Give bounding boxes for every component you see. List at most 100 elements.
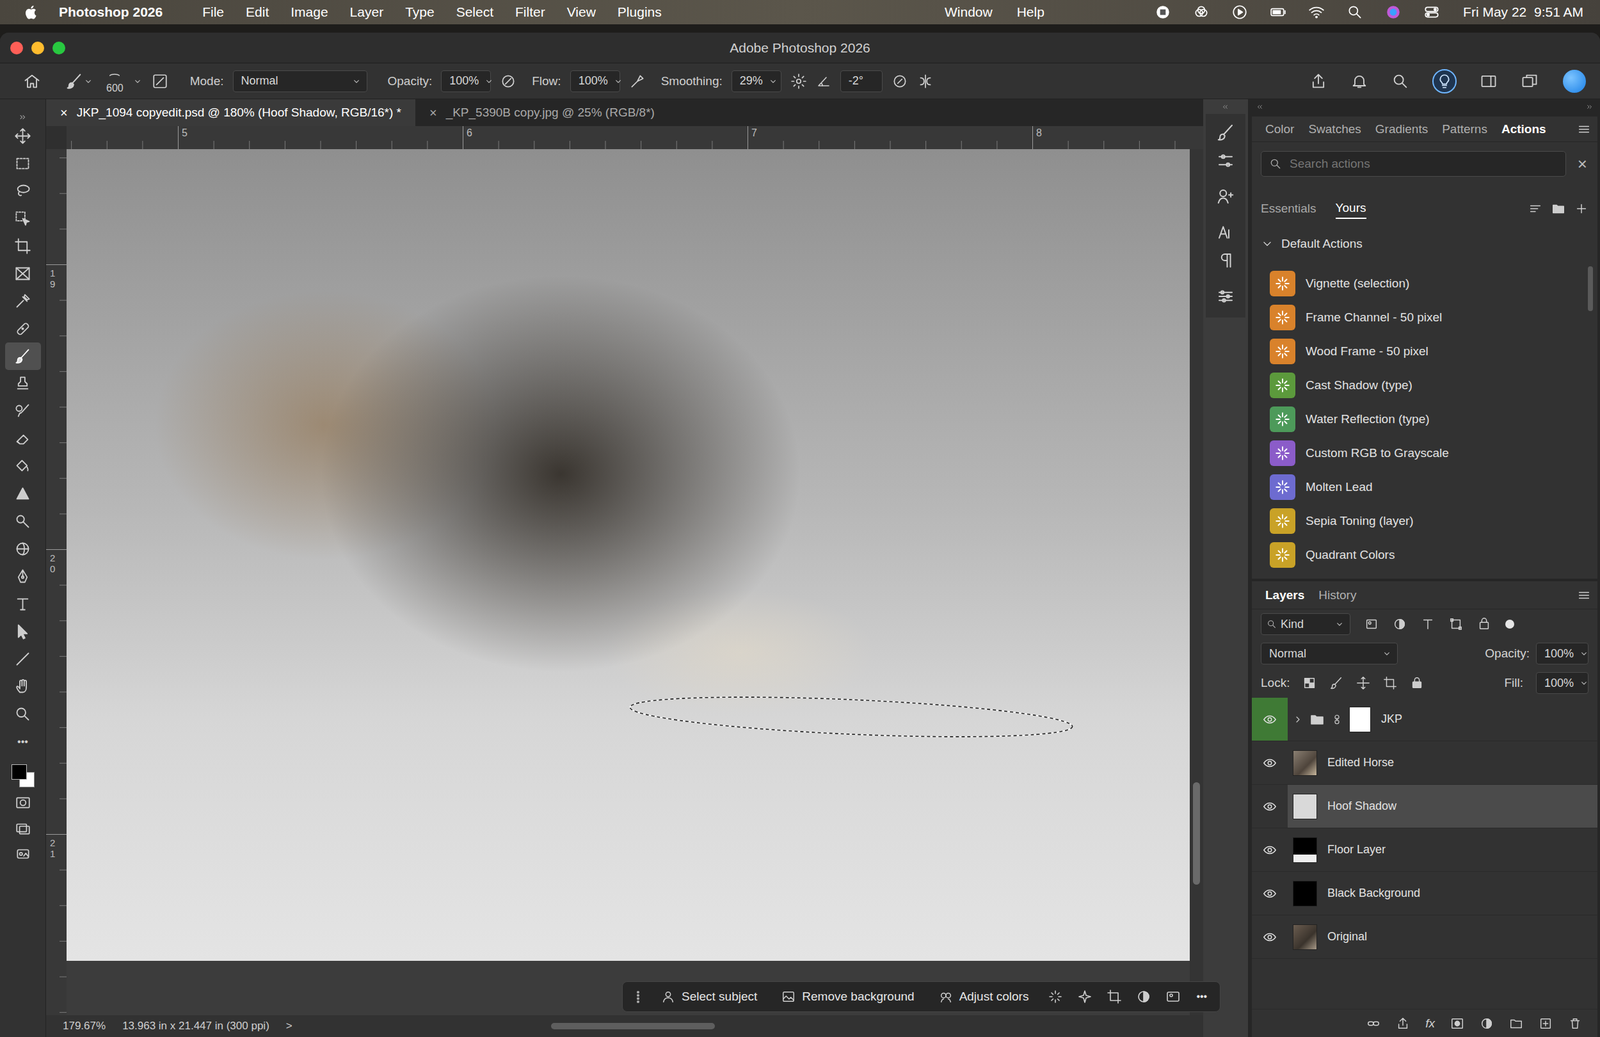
smoothing-field-caret-icon[interactable] <box>768 76 779 87</box>
fill-field[interactable]: 100% <box>1536 672 1589 694</box>
lock-position-icon[interactable] <box>1356 675 1371 690</box>
expand-group-icon[interactable] <box>1292 714 1304 725</box>
tool-button[interactable] <box>5 590 41 618</box>
link-layers-icon[interactable] <box>1366 1016 1381 1031</box>
remove-background-icon[interactable] <box>781 989 796 1004</box>
image-settings-icon[interactable] <box>1165 988 1181 1005</box>
clear-search-button[interactable]: × <box>1573 154 1592 175</box>
action-item[interactable]: Cast Shadow (type) <box>1251 368 1598 402</box>
hand-icon[interactable] <box>14 677 32 696</box>
tool-button[interactable] <box>5 535 41 563</box>
panel-menu-icon[interactable] <box>1576 588 1592 603</box>
action-item[interactable]: Molten Lead <box>1251 469 1598 504</box>
actions-scrollbar[interactable] <box>1587 266 1594 579</box>
visibility-cell[interactable] <box>1251 697 1288 741</box>
eye-icon[interactable] <box>1262 929 1277 944</box>
adjustment-layer-icon[interactable] <box>1479 1016 1494 1031</box>
filter-caret-icon[interactable] <box>1334 618 1345 630</box>
share-icon[interactable] <box>1309 72 1328 91</box>
layer-effects-button[interactable]: fx <box>1425 1016 1435 1031</box>
menu-item[interactable]: Plugins <box>617 4 662 20</box>
object-select-icon[interactable] <box>14 209 32 228</box>
clone-source-icon[interactable] <box>1216 186 1236 207</box>
filter-shape-icon[interactable] <box>1448 616 1464 632</box>
menu-item[interactable]: Help <box>1016 4 1045 20</box>
select-subject-icon[interactable] <box>661 989 676 1004</box>
visibility-cell[interactable] <box>1251 915 1288 959</box>
discover-lightbulb-icon[interactable] <box>1436 72 1453 90</box>
creative-cloud-icon[interactable] <box>1192 3 1210 21</box>
delete-layer-icon[interactable] <box>1568 1016 1583 1031</box>
properties-icon[interactable] <box>1216 286 1236 306</box>
tool-button[interactable] <box>5 672 41 701</box>
filter-type-icon[interactable] <box>1420 616 1435 632</box>
type-icon[interactable] <box>14 595 32 613</box>
visibility-cell[interactable] <box>1251 871 1288 915</box>
vertical-scrollbar[interactable] <box>1189 149 1204 1016</box>
character-icon[interactable] <box>1216 222 1236 242</box>
airbrush-icon[interactable] <box>629 72 646 90</box>
action-item[interactable]: Sepia Toning (layer) <box>1251 503 1598 538</box>
tool-button[interactable] <box>5 342 41 370</box>
lock-all-icon[interactable] <box>1409 675 1424 690</box>
new-set-folder-icon[interactable] <box>1551 201 1566 216</box>
action-item[interactable]: Wood Frame - 50 pixel <box>1251 334 1598 368</box>
tool-button[interactable] <box>5 700 41 728</box>
menu-item[interactable]: View <box>567 4 596 20</box>
collapse-panels-icon[interactable] <box>1255 102 1265 112</box>
bell-icon[interactable] <box>1350 72 1369 91</box>
brush-settings-icon[interactable] <box>151 72 169 90</box>
elliptical-selection[interactable] <box>66 149 1190 961</box>
zoom-icon[interactable] <box>14 705 32 723</box>
scroll-thumb[interactable] <box>551 1022 715 1030</box>
path-select-icon[interactable] <box>14 622 32 640</box>
layer-opacity-field[interactable]: 100% <box>1536 642 1589 665</box>
filter-kind-dropdown[interactable]: Kind <box>1260 613 1351 635</box>
panel-tab[interactable]: Layers <box>1258 588 1312 603</box>
panel-tab[interactable]: Actions <box>1494 122 1554 137</box>
line-icon[interactable] <box>14 650 32 668</box>
expand-panels-icon[interactable] <box>1584 102 1594 112</box>
gear-icon[interactable] <box>790 72 808 90</box>
scroll-thumb[interactable] <box>1192 782 1200 885</box>
tool-button[interactable] <box>5 177 41 205</box>
menu-item[interactable]: File <box>202 4 224 20</box>
collapse-strip-icon[interactable] <box>1221 102 1231 112</box>
dodge-icon[interactable] <box>14 512 32 530</box>
paragraph-icon[interactable] <box>1216 250 1236 271</box>
visibility-cell[interactable] <box>1251 741 1288 784</box>
drag-handle-icon[interactable] <box>630 988 646 1005</box>
brush-size-caret-icon[interactable] <box>132 76 143 87</box>
screen-mode-icon[interactable] <box>14 819 32 837</box>
frame-icon[interactable] <box>14 264 32 283</box>
action-item[interactable]: Quadrant Colors <box>1251 537 1598 572</box>
history-brush-icon[interactable] <box>14 402 32 420</box>
panel-tab[interactable]: History <box>1311 588 1364 603</box>
fill-field-caret-icon[interactable] <box>1578 677 1590 688</box>
new-layer-icon[interactable] <box>1538 1016 1553 1031</box>
close-button[interactable] <box>10 41 24 55</box>
tool-button[interactable] <box>5 507 41 536</box>
share-layer-icon[interactable] <box>1395 1016 1410 1031</box>
layer-row[interactable]: Edited Horse <box>1251 741 1598 785</box>
brush-size-picker[interactable]: 600 <box>106 68 124 95</box>
wifi-icon[interactable] <box>1308 3 1325 21</box>
tool-preset-caret-icon[interactable] <box>83 76 94 87</box>
task-button[interactable]: Select subject <box>652 985 767 1008</box>
new-action-icon[interactable] <box>1574 201 1589 216</box>
zoom-button[interactable] <box>52 41 66 55</box>
tool-button[interactable] <box>5 204 41 233</box>
eraser-icon[interactable] <box>14 430 32 448</box>
menu-item[interactable]: Type <box>405 4 435 20</box>
eye-icon[interactable] <box>1262 799 1277 814</box>
brush-presets-icon[interactable] <box>1216 122 1236 143</box>
lock-transparency-icon[interactable] <box>1302 675 1317 690</box>
action-item[interactable]: Frame Channel - 50 pixel <box>1251 300 1598 335</box>
tool-button[interactable] <box>5 424 41 453</box>
menu-item[interactable]: Select <box>456 4 494 20</box>
foreground-swatch[interactable] <box>11 764 27 780</box>
action-item[interactable]: Custom RGB to Grayscale <box>1251 435 1598 470</box>
battery-icon[interactable] <box>1269 3 1287 21</box>
pen-icon[interactable] <box>14 567 32 585</box>
clone-stamp-icon[interactable] <box>14 375 32 393</box>
